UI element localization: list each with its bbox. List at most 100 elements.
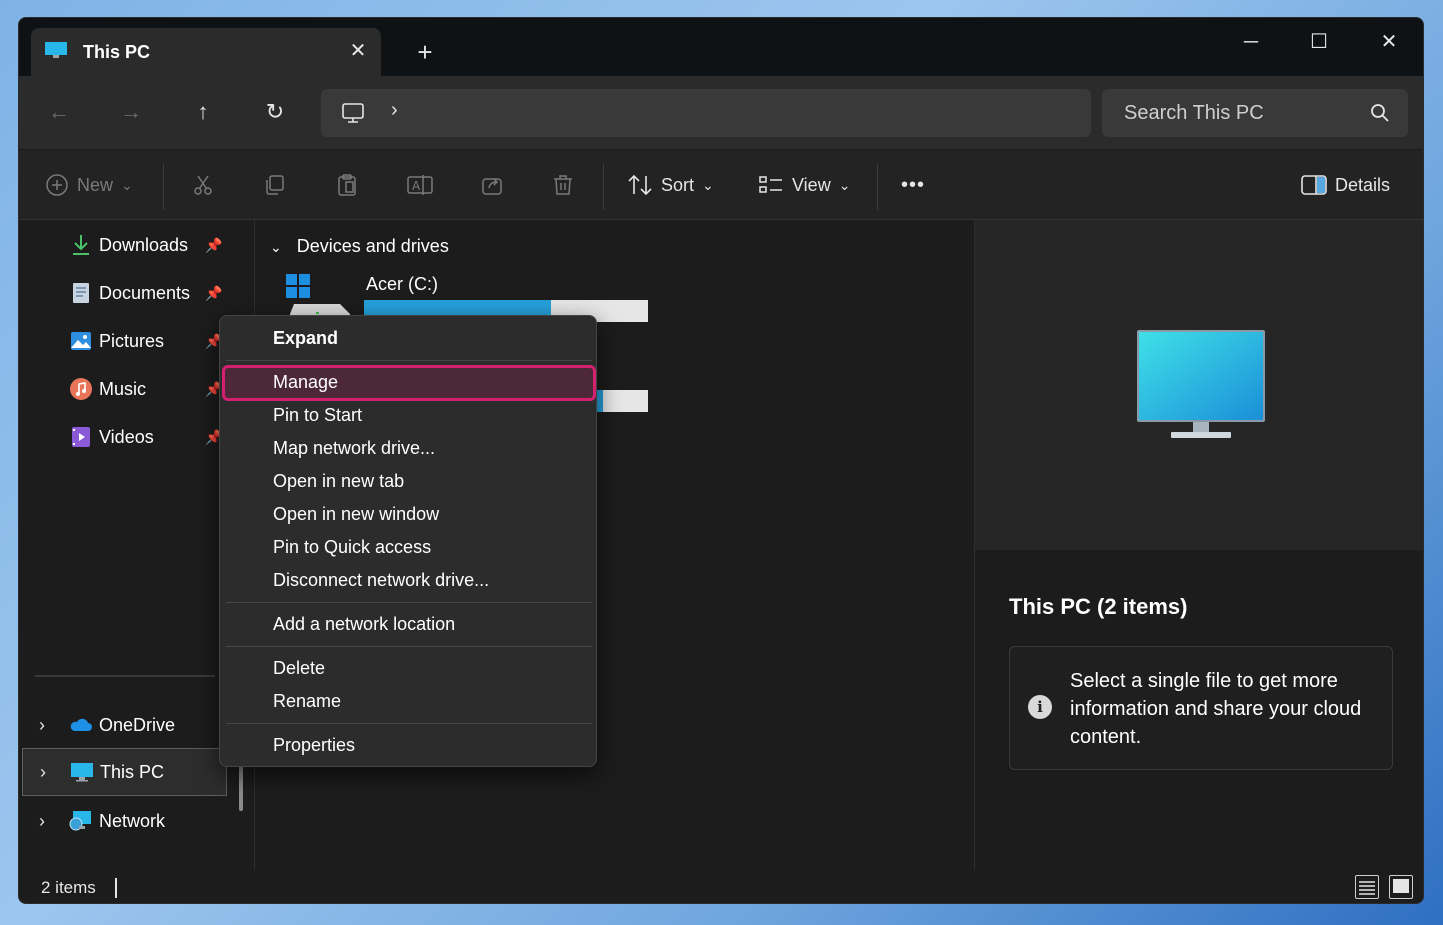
tab-this-pc[interactable]: This PC ✕: [31, 28, 381, 76]
divider: [163, 164, 164, 210]
menu-item-pin-to-quick-access[interactable]: Pin to Quick access: [220, 531, 596, 564]
menu-item-label: Map network drive...: [273, 438, 436, 458]
sort-button[interactable]: Sort ⌄: [627, 166, 714, 204]
title-bar: This PC ✕ + ─ ☐ ✕: [19, 18, 1423, 76]
more-options-button[interactable]: •••: [901, 166, 925, 204]
info-box: i Select a single file to get more infor…: [1009, 646, 1393, 770]
sidebar-item-label: This PC: [100, 761, 165, 782]
pin-icon[interactable]: 📌: [205, 237, 222, 254]
menu-item-properties[interactable]: Properties: [220, 729, 596, 762]
sidebar-item-videos[interactable]: Videos 📌: [19, 414, 229, 460]
more-icon: •••: [901, 173, 926, 196]
sidebar-item-onedrive[interactable]: › OneDrive: [19, 702, 229, 748]
paste-icon: [338, 174, 356, 196]
item-count: 2 items: [41, 878, 96, 897]
sidebar-item-label: Downloads: [99, 234, 189, 255]
pin-icon[interactable]: 📌: [205, 285, 222, 302]
chevron-right-icon[interactable]: ›: [39, 715, 45, 736]
view-icon: [759, 176, 782, 193]
up-button[interactable]: ↑: [185, 94, 221, 130]
address-bar[interactable]: ›: [321, 89, 1091, 137]
details-label: Details: [1335, 174, 1391, 195]
this-pc-icon: [342, 103, 364, 123]
delete-button[interactable]: [551, 166, 575, 204]
cut-icon: [194, 175, 212, 195]
new-tab-button[interactable]: +: [411, 38, 439, 66]
sidebar-item-label: Music: [99, 378, 147, 399]
rename-button[interactable]: A: [407, 166, 433, 204]
tiles-view-icon: [1393, 879, 1409, 893]
status-divider: [115, 878, 117, 898]
paste-button[interactable]: [335, 166, 359, 204]
details-view-button[interactable]: [1355, 875, 1379, 899]
search-placeholder[interactable]: Search This PC: [1124, 102, 1264, 125]
menu-item-delete[interactable]: Delete: [220, 652, 596, 685]
devices-and-drives-header[interactable]: ⌄ Devices and drives: [270, 236, 449, 257]
sidebar-item-pictures[interactable]: Pictures 📌: [19, 318, 229, 364]
menu-item-expand[interactable]: Expand: [220, 322, 596, 355]
menu-item-label: Expand: [273, 328, 339, 348]
chevron-down-icon: ⌄: [838, 176, 851, 193]
close-tab-icon[interactable]: ✕: [345, 38, 371, 64]
menu-item-map-network-drive[interactable]: Map network drive...: [220, 432, 596, 465]
back-button[interactable]: ←: [41, 94, 77, 130]
breadcrumb-chevron-icon[interactable]: ›: [391, 99, 398, 122]
sidebar-scrollbar[interactable]: [239, 765, 243, 811]
chevron-right-icon[interactable]: ›: [40, 762, 46, 783]
view-label: View: [792, 174, 831, 195]
videos-icon: [72, 427, 90, 447]
close-window-button[interactable]: ✕: [1365, 24, 1413, 60]
menu-item-open-in-new-tab[interactable]: Open in new tab: [220, 465, 596, 498]
menu-item-open-in-new-window[interactable]: Open in new window: [220, 498, 596, 531]
new-button[interactable]: New ⌄: [45, 166, 133, 204]
divider: [877, 164, 878, 210]
refresh-button[interactable]: ↻: [257, 94, 293, 130]
sidebar-item-documents[interactable]: Documents 📌: [19, 270, 229, 316]
menu-item-rename[interactable]: Rename: [220, 685, 596, 718]
menu-item-label: Open in new tab: [273, 471, 405, 491]
list-view-icon: [1359, 881, 1375, 895]
share-icon: [482, 178, 502, 195]
details-button[interactable]: Details: [1301, 166, 1390, 204]
large-icons-view-button[interactable]: [1389, 875, 1413, 899]
status-bar: 2 items: [19, 870, 1423, 903]
forward-button[interactable]: →: [113, 94, 149, 130]
menu-item-label: Disconnect network drive...: [273, 570, 490, 590]
sidebar-item-downloads[interactable]: Downloads 📌: [19, 222, 229, 268]
network-icon: [69, 811, 91, 831]
cut-button[interactable]: [191, 166, 215, 204]
copy-icon: [266, 175, 284, 195]
view-button[interactable]: View ⌄: [758, 166, 850, 204]
menu-item-disconnect-network-drive[interactable]: Disconnect network drive...: [220, 564, 596, 597]
share-button[interactable]: [480, 166, 504, 204]
document-icon: [73, 283, 89, 303]
navigation-bar: ← → ↑ ↻ › Search This PC: [19, 76, 1423, 150]
chevron-down-icon: ⌄: [702, 176, 714, 193]
menu-item-manage[interactable]: Manage: [220, 366, 596, 399]
sidebar-item-this-pc[interactable]: › This PC: [22, 748, 227, 796]
minimize-button[interactable]: ─: [1227, 24, 1275, 60]
menu-item-label: Open in new window: [273, 504, 440, 524]
search-box[interactable]: Search This PC: [1102, 89, 1408, 137]
sidebar-item-label: OneDrive: [99, 714, 176, 735]
menu-divider: [226, 646, 592, 647]
menu-item-label: Rename: [273, 691, 342, 711]
pictures-icon: [71, 332, 91, 350]
menu-item-label: Pin to Start: [273, 405, 363, 425]
search-icon[interactable]: [1370, 103, 1390, 123]
trash-icon: [554, 175, 572, 195]
menu-item-pin-to-start[interactable]: Pin to Start: [220, 399, 596, 432]
sidebar-item-network[interactable]: › Network: [19, 798, 229, 844]
sidebar-item-music[interactable]: Music 📌: [19, 366, 229, 412]
chevron-right-icon[interactable]: ›: [39, 811, 45, 832]
music-icon: [70, 378, 92, 400]
sidebar-item-label: Videos: [99, 426, 154, 447]
menu-item-label: Add a network location: [273, 614, 456, 634]
copy-button[interactable]: [262, 166, 286, 204]
maximize-button[interactable]: ☐: [1295, 24, 1343, 60]
info-text: Select a single file to get more informa…: [1070, 670, 1362, 748]
svg-text:A: A: [412, 179, 421, 193]
this-pc-icon: [71, 763, 93, 782]
context-menu: Expand Manage Pin to Start Map network d…: [219, 315, 597, 767]
menu-item-add-network-location[interactable]: Add a network location: [220, 608, 596, 641]
